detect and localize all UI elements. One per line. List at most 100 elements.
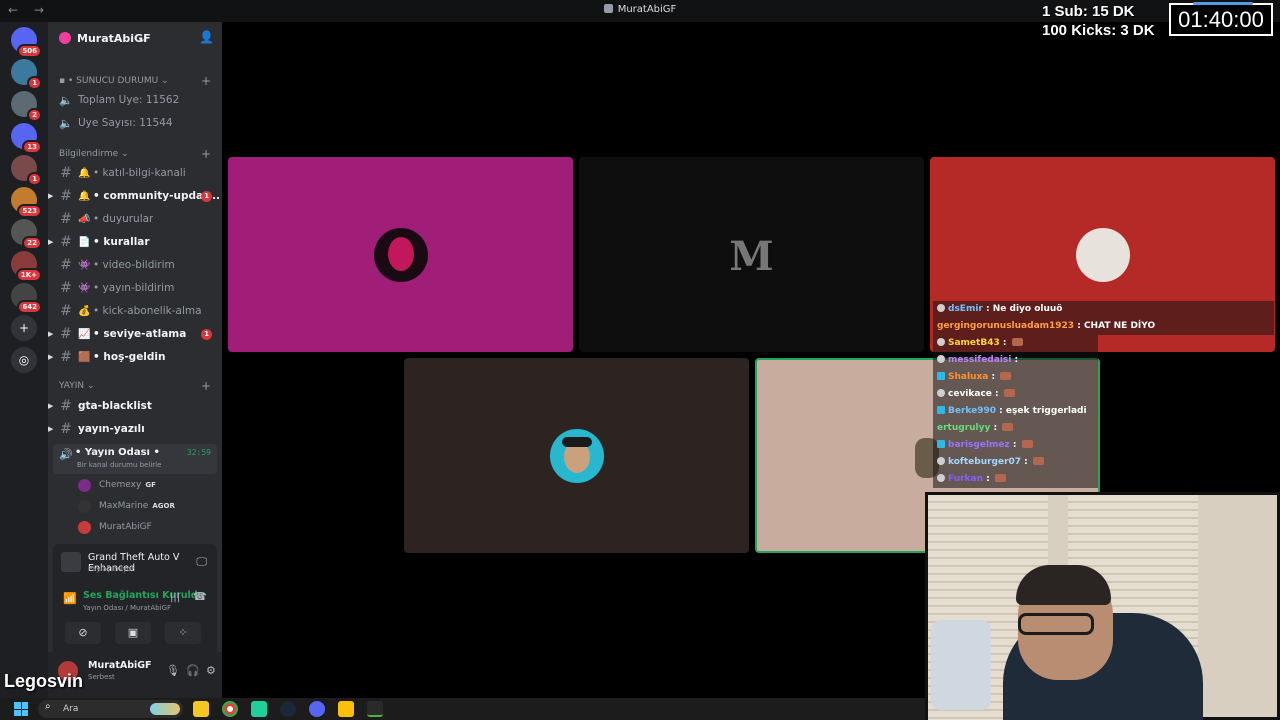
channel-item[interactable]: # 👾 • video-bildirim [48, 255, 222, 275]
channel-emoji-icon: 📈 [78, 328, 91, 340]
screen-share-button[interactable]: ▣ [115, 622, 151, 644]
user-badge-icon [937, 457, 945, 465]
channel-item[interactable]: # 👾 • yayın-bildirim [48, 278, 222, 298]
server-icon[interactable]: 1 [11, 155, 42, 186]
voice-channel-yayin-odasi[interactable]: 🔊 • Yayın Odası • Bir kanal durumu belir… [53, 444, 217, 474]
server-header[interactable]: MuratAbiGF ⌄ 👤 [48, 22, 222, 54]
discord-icon[interactable] [309, 701, 325, 717]
chat-message: kofteburger07 : [933, 454, 1098, 471]
search-icon: ⌕ [45, 701, 51, 712]
taskbar-search[interactable]: ⌕ Ara [38, 700, 183, 718]
server-icon[interactable]: 523 [11, 187, 42, 218]
gear-icon[interactable]: ⚙ [206, 664, 216, 677]
discover-icon[interactable]: ◎ [11, 347, 37, 373]
activity-panel[interactable]: Grand Theft Auto V Enhanced Paylaşılmıyo… [53, 544, 217, 582]
add-channel-icon[interactable]: + [201, 147, 211, 161]
category-sunucu[interactable]: ▪ • SUNUCU DURUMU ⌄ + [59, 74, 211, 88]
participant-tile-2[interactable]: M [579, 157, 924, 352]
channel-item[interactable]: ▶ # 📈 • seviye-atlama 1 [48, 324, 222, 344]
mention-badge: 1 [201, 190, 212, 202]
notification-badge: 13 [22, 140, 42, 154]
chat-username: SametB43 [948, 338, 1000, 348]
user-badge-icon [937, 389, 945, 397]
server-icon[interactable]: 22 [11, 219, 42, 250]
emote-icon [1002, 423, 1014, 431]
channel-item[interactable]: # 🔔 • katıl-bilgi-kanali [48, 163, 222, 183]
connection-status[interactable]: Ses Bağlantısı Kuruldu [83, 590, 204, 601]
participant-tile-4[interactable] [404, 358, 749, 553]
user-badge-icon [937, 372, 945, 380]
mention-badge: 1 [201, 328, 212, 340]
voice-user[interactable]: Chemexy GF [78, 476, 156, 494]
participant-tile-1[interactable] [228, 157, 573, 352]
windows-start-icon[interactable] [14, 702, 28, 716]
noise-suppression-icon[interactable]: ||| [170, 592, 180, 603]
activities-button[interactable]: ⁘ [165, 622, 201, 644]
channel-emoji-icon: 💰 [78, 305, 91, 317]
channel-gta-blacklist[interactable]: ▶ # gta-blacklist [48, 396, 222, 416]
channel-label: • kick-abonelik-alma [93, 305, 202, 317]
category-bilgi[interactable]: Bilgilendirme ⌄ + [59, 147, 211, 161]
hash-icon: # [60, 280, 72, 296]
stat-label: Üye Sayısı: 11544 [78, 117, 173, 129]
rockstar-icon[interactable] [338, 701, 354, 717]
channel-item[interactable]: ▶ # 🟫 • hoş-geldin [48, 347, 222, 367]
stat-label: Toplam Üye: 11562 [78, 94, 180, 106]
server-icon[interactable]: 506 [11, 27, 42, 58]
category-yayin[interactable]: YAYIN ⌄ + [59, 379, 211, 393]
chat-username: Shaluxa [948, 372, 989, 382]
channel-sidebar: MuratAbiGF ⌄ 👤 ▪ • SUNUCU DURUMU ⌄ + 🔈 Topl… [48, 22, 222, 698]
chat-message: dsEmir : Ne diyo oluuö [933, 301, 1274, 318]
voice-user[interactable]: MaxMarine AGOR [78, 497, 175, 515]
server-icon[interactable]: 1 [11, 59, 42, 90]
app-icon[interactable] [251, 701, 267, 717]
hash-icon: # [60, 303, 72, 319]
server-icon[interactable]: 2 [11, 91, 42, 122]
chat-message: messifedaisi : [933, 352, 1098, 369]
microphone-icon[interactable]: 🎙 [166, 664, 180, 677]
hash-icon: # [60, 165, 72, 181]
add-server-icon[interactable]: + [11, 315, 37, 341]
add-channel-icon[interactable]: + [201, 74, 211, 88]
user-name[interactable]: MuratAbiGF [88, 660, 152, 671]
server-icon[interactable]: 13 [11, 123, 42, 154]
unread-indicator: ▶ [48, 402, 54, 410]
user-tag: AGOR [152, 502, 175, 510]
steam-icon[interactable] [280, 701, 296, 717]
disconnect-icon[interactable]: ☎ [193, 590, 207, 603]
voice-status-prompt[interactable]: Bir kanal durumu belirle [77, 461, 161, 469]
chrome-icon[interactable] [222, 701, 238, 717]
notification-badge: 1K+ [15, 268, 42, 282]
add-user-icon[interactable]: 👤 [199, 30, 214, 44]
chat-message: Shaluxa : [933, 369, 1098, 386]
channel-item[interactable]: ▶ # 🔔 • community-updat... 1 [48, 186, 222, 206]
server-rail: 506 1 2 13 1 523 22 1K+ 642 + ◎ [0, 22, 48, 698]
server-icon [603, 4, 613, 13]
chevron-down-icon: ⌄ [137, 32, 147, 45]
add-channel-icon[interactable]: + [201, 379, 211, 393]
search-placeholder: Ara [63, 704, 79, 714]
file-explorer-icon[interactable] [193, 701, 209, 717]
channel-item[interactable]: # 💰 • kick-abonelik-alma [48, 301, 222, 321]
user-status: Serbest [88, 673, 115, 681]
chat-text: Ne diyo oluuö [992, 304, 1063, 314]
channel-yayin-yazili[interactable]: ▶ # yayın-yazılı [48, 419, 222, 439]
stat-count[interactable]: 🔈 Üye Sayısı: 11544 [48, 113, 222, 133]
channel-label: • seviye-atlama [93, 328, 187, 340]
server-icon[interactable]: 1K+ [11, 251, 42, 282]
game-share-status: Paylaşılmıyor [88, 565, 135, 573]
screen-share-icon[interactable]: 🖵 [196, 555, 207, 569]
channel-item[interactable]: ▶ # 📄 • kurallar [48, 232, 222, 252]
server-icon[interactable]: 642 [11, 283, 42, 314]
chat-message: Berke990 : eşek triggerladi [933, 403, 1098, 420]
user-badge-icon [937, 474, 945, 482]
camera-off-button[interactable]: ⊘ [65, 622, 101, 644]
stat-members[interactable]: 🔈 Toplam Üye: 11562 [48, 90, 222, 110]
unread-indicator: ▶ [48, 353, 54, 361]
stream-timer: 01:40:00 [1169, 2, 1273, 36]
headphones-icon[interactable]: 🎧 [186, 664, 200, 677]
channel-item[interactable]: # 📣 • duyurular [48, 209, 222, 229]
voice-user[interactable]: MuratAbiGF [78, 518, 152, 536]
gta-launcher-icon[interactable] [367, 701, 383, 717]
chat-username: gergingorunusluadam1923 [937, 321, 1075, 331]
